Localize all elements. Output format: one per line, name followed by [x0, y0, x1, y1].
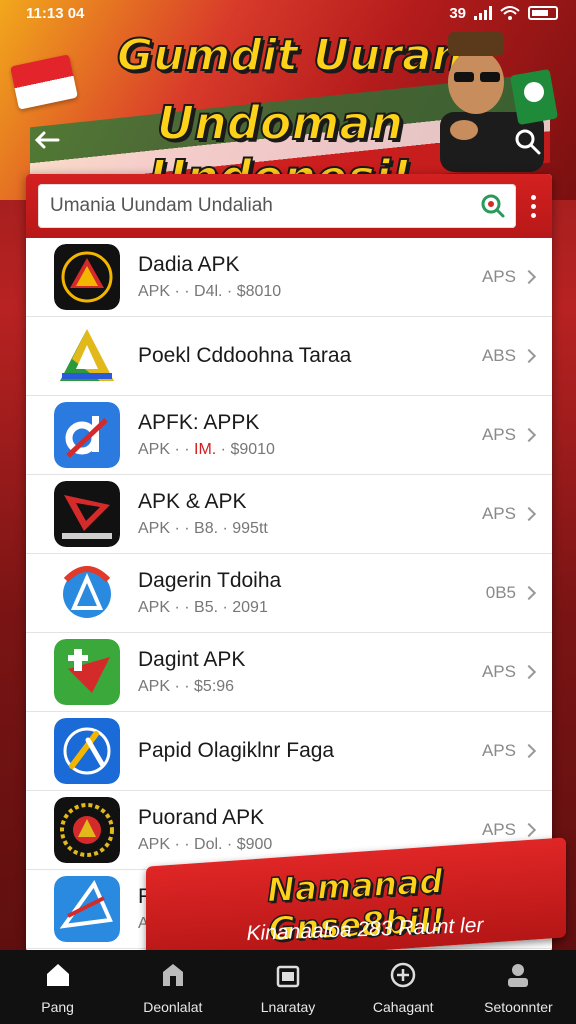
nav-item-home[interactable]: Pang	[0, 950, 115, 1024]
app-list: Dadia APK APK · · D4l. · $8010 APS Poekl Cd…	[26, 238, 552, 949]
battery-icon	[528, 6, 558, 20]
app-action-button[interactable]: APS	[482, 504, 537, 524]
add-circle-icon	[388, 960, 418, 993]
app-list-item[interactable]: APFK: APPK APK · · IM. · $9010 APS	[26, 396, 552, 475]
library-icon	[273, 960, 303, 993]
bottom-navigation: Pang Deonlalat Lnaratay Cahagant Setoonnter	[0, 950, 576, 1024]
nav-label: Lnaratay	[260, 998, 316, 1015]
app-action-button[interactable]: APS	[482, 267, 537, 287]
black-triangle-emblem-icon	[54, 244, 120, 310]
back-button[interactable]	[30, 128, 64, 158]
nav-label: Cahagant	[372, 998, 434, 1015]
app-action-button[interactable]: APS	[482, 425, 537, 445]
status-time: 11:13 04	[26, 4, 85, 22]
blue-circle-logo-icon	[54, 718, 120, 784]
nav-label: Setoonnter	[484, 998, 553, 1015]
back-arrow-icon	[34, 131, 60, 149]
store-icon	[158, 960, 188, 993]
home-icon	[43, 960, 73, 993]
red-arrow-emblem-icon	[54, 481, 120, 547]
search-box[interactable]	[38, 184, 516, 228]
blue-kite-logo-icon	[54, 876, 120, 942]
app-action-button[interactable]: APS	[482, 820, 537, 840]
more-options-icon[interactable]	[526, 194, 540, 218]
nav-label: Deonlalat	[143, 998, 203, 1015]
nav-item-library[interactable]: Lnaratay	[230, 950, 345, 1024]
search-button[interactable]	[508, 122, 548, 162]
nav-label: Pang	[41, 998, 74, 1015]
app-action-button[interactable]: APS	[482, 741, 537, 761]
chevron-right-icon	[521, 269, 537, 285]
app-action-button[interactable]: ABS	[482, 346, 537, 366]
chevron-right-icon	[521, 427, 537, 443]
app-list-item[interactable]: Papid Olagiklnr Faga APS	[26, 712, 552, 791]
app-list-item[interactable]: Poekl Cddoohna Taraa ABS	[26, 317, 552, 396]
blue-d-logo-icon	[54, 402, 120, 468]
profile-icon	[503, 960, 533, 993]
search-bar	[26, 174, 552, 238]
chevron-right-icon	[521, 664, 537, 680]
signal-icon	[474, 6, 492, 20]
green-play-logo-icon	[54, 639, 120, 705]
chevron-right-icon	[521, 348, 537, 364]
wifi-icon	[500, 6, 520, 20]
chevron-right-icon	[521, 743, 537, 759]
search-input[interactable]	[50, 195, 480, 217]
gold-wreath-emblem-icon	[54, 797, 120, 863]
app-list-item[interactable]: Dadia APK APK · · D4l. · $8010 APS	[26, 238, 552, 317]
network-label: 39	[449, 4, 466, 22]
rainbow-a-logo-icon	[54, 560, 120, 626]
nav-item-add-circle[interactable]: Cahagant	[346, 950, 461, 1024]
app-list-item[interactable]: APK & APK APK · · B8. · 995tt APS	[26, 475, 552, 554]
chevron-right-icon	[521, 585, 537, 601]
tricolor-a-logo-icon	[54, 323, 120, 389]
app-list-card: Dadia APKAPK · · D4l. · $8010APSPoekl Cd…	[26, 174, 552, 952]
app-action-button[interactable]: 0B5	[486, 583, 537, 603]
app-action-button[interactable]: APS	[482, 662, 537, 682]
chevron-right-icon	[521, 822, 537, 838]
nav-item-store[interactable]: Deonlalat	[115, 950, 230, 1024]
app-list-item[interactable]: Dagint APK APK · · $5:96 APS	[26, 633, 552, 712]
app-list-item[interactable]: Dagerin Tdoiha APK · · B5. · 2091 0B5	[26, 554, 552, 633]
search-icon	[515, 129, 541, 155]
search-lens-icon[interactable]	[480, 193, 506, 219]
nav-item-profile[interactable]: Setoonnter	[461, 950, 576, 1024]
chevron-right-icon	[521, 506, 537, 522]
